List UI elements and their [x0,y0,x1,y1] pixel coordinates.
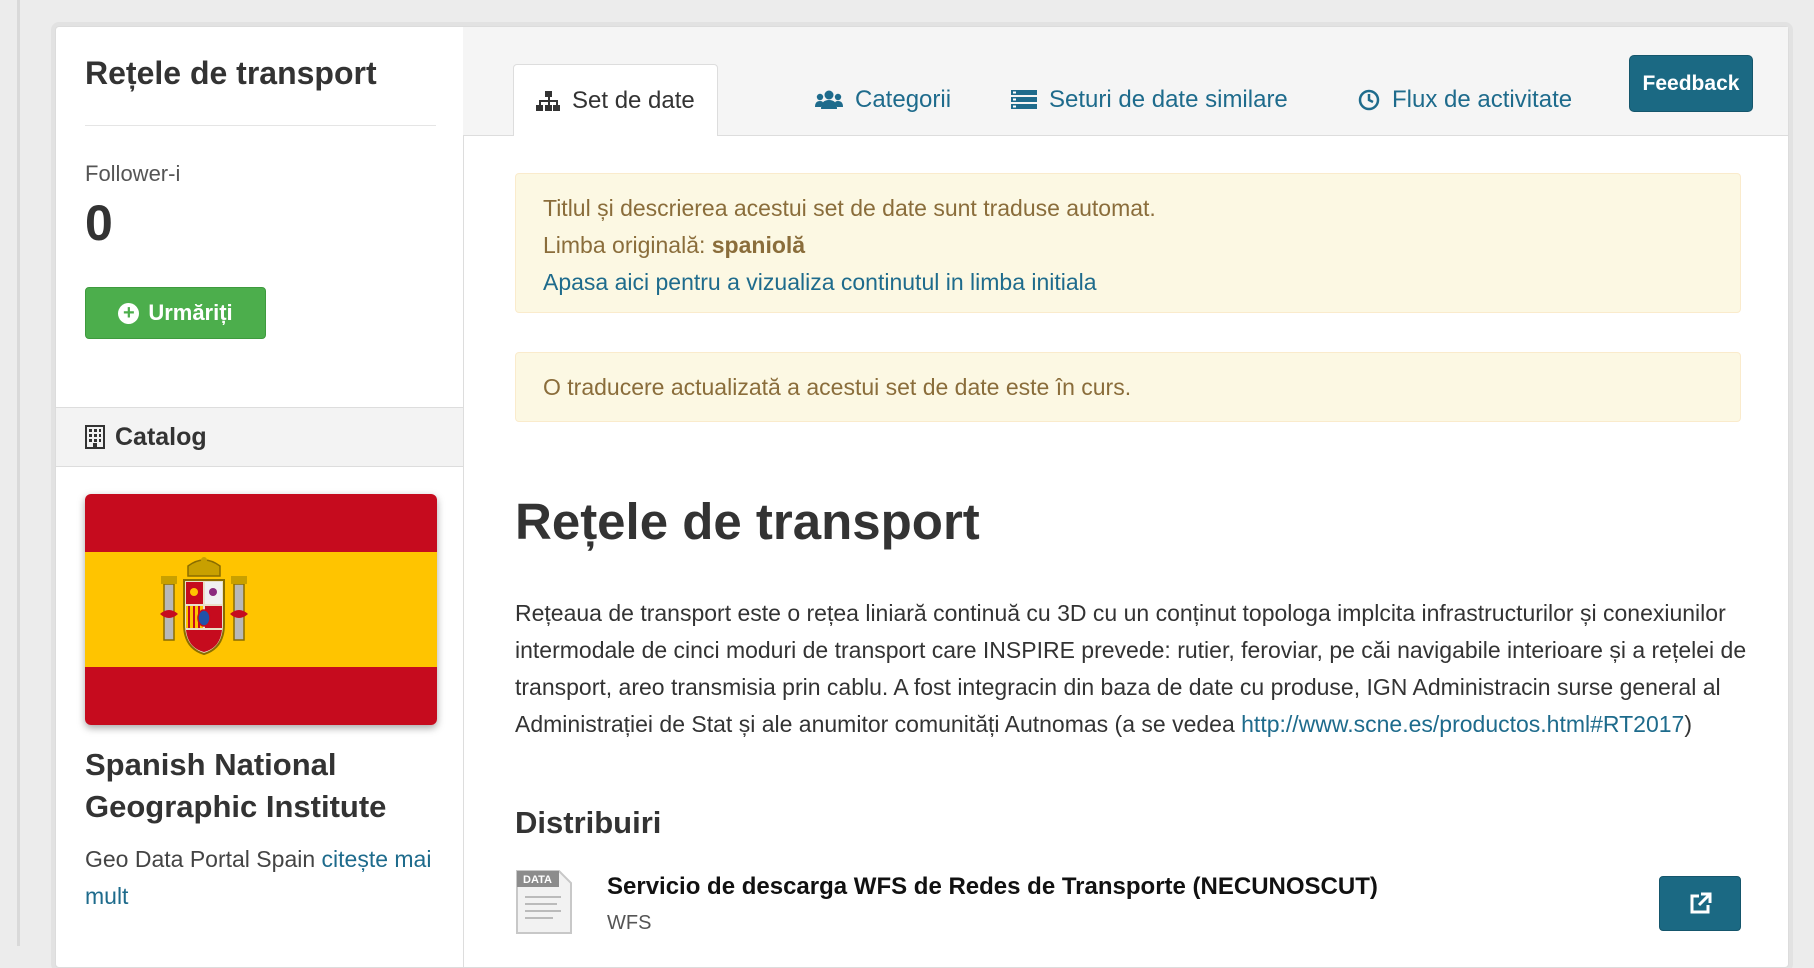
dataset-title: Rețele de transport [515,493,980,550]
coat-of-arms-icon [160,556,248,655]
divider [85,125,436,126]
building-icon [85,425,105,449]
feedback-button[interactable]: Feedback [1629,55,1753,112]
update-alert-text: O traducere actualizată a acestui set de… [543,373,1132,400]
external-link-icon [1690,892,1712,913]
tab-label: Flux de activitate [1392,85,1573,113]
follow-button[interactable]: + Urmăriți [85,287,266,339]
followers-count: 0 [85,195,113,251]
tab-label: Categorii [855,85,952,113]
dataset-description: Rețeaua de transport este o rețea liniar… [515,595,1755,743]
tab-label: Seturi de date similare [1049,85,1288,113]
followers-label: Follower-i [85,161,181,186]
translation-alert: Titlul și descrierea acestui set de date… [515,173,1741,313]
distribution-item: DATA Servicio de descarga WFS de Redes d… [515,865,1741,945]
tab-activity-stream[interactable]: Flux de activitate [1358,64,1572,135]
original-language-label: Limba originală: [543,232,712,258]
distribution-format: WFS [607,912,652,934]
follow-button-label: Urmăriți [148,300,233,325]
alert-line: Titlul și descrierea acestui set de date… [543,195,1156,221]
spain-flag-image [85,494,437,725]
description-suffix: ) [1684,711,1693,737]
publisher-name: Spanish National Geographic Institute [85,747,387,824]
clock-icon [1358,89,1380,110]
original-language-value: spaniolă [711,232,806,258]
sitemap-icon [536,90,560,111]
page-left-rule [17,0,20,946]
plus-circle-icon: + [118,302,140,324]
view-original-link[interactable]: Apasa aici pentru a vizualiza continutul… [543,269,1097,295]
dataset-page-card: Rețele de transport Follower-i 0 + Urmăr… [55,26,1789,968]
tab-similar-datasets[interactable]: Seturi de date similare [1011,64,1288,135]
description-link[interactable]: http://www.scne.es/productos.html#RT2017 [1241,711,1684,737]
catalog-label: Catalog [115,422,207,451]
catalog-header: Catalog [56,407,463,467]
alert-line: Limba originală: spaniolă [543,227,1713,264]
publisher-description: Geo Data Portal Spain citește mai mult [85,841,435,915]
users-icon [815,90,843,109]
sidebar-title: Rețele de transport [85,55,377,91]
publisher-desc-text: Geo Data Portal Spain [85,846,316,872]
sidebar: Rețele de transport Follower-i 0 + Urmăr… [56,27,464,967]
distributions-heading: Distribuiri [515,805,662,840]
tab-bar: Set de date Categorii Seturi de date sim… [463,27,1788,136]
tab-label: Set de date [572,86,695,114]
update-alert: O traducere actualizată a acestui set de… [515,352,1741,422]
data-file-icon: DATA [516,870,572,934]
open-external-button[interactable] [1659,876,1741,931]
tab-dataset[interactable]: Set de date [513,64,718,136]
data-icon-label: DATA [523,874,552,886]
distribution-name[interactable]: Servicio de descarga WFS de Redes de Tra… [607,873,1378,901]
list-icon [1011,89,1037,109]
tab-categories[interactable]: Categorii [815,64,951,135]
